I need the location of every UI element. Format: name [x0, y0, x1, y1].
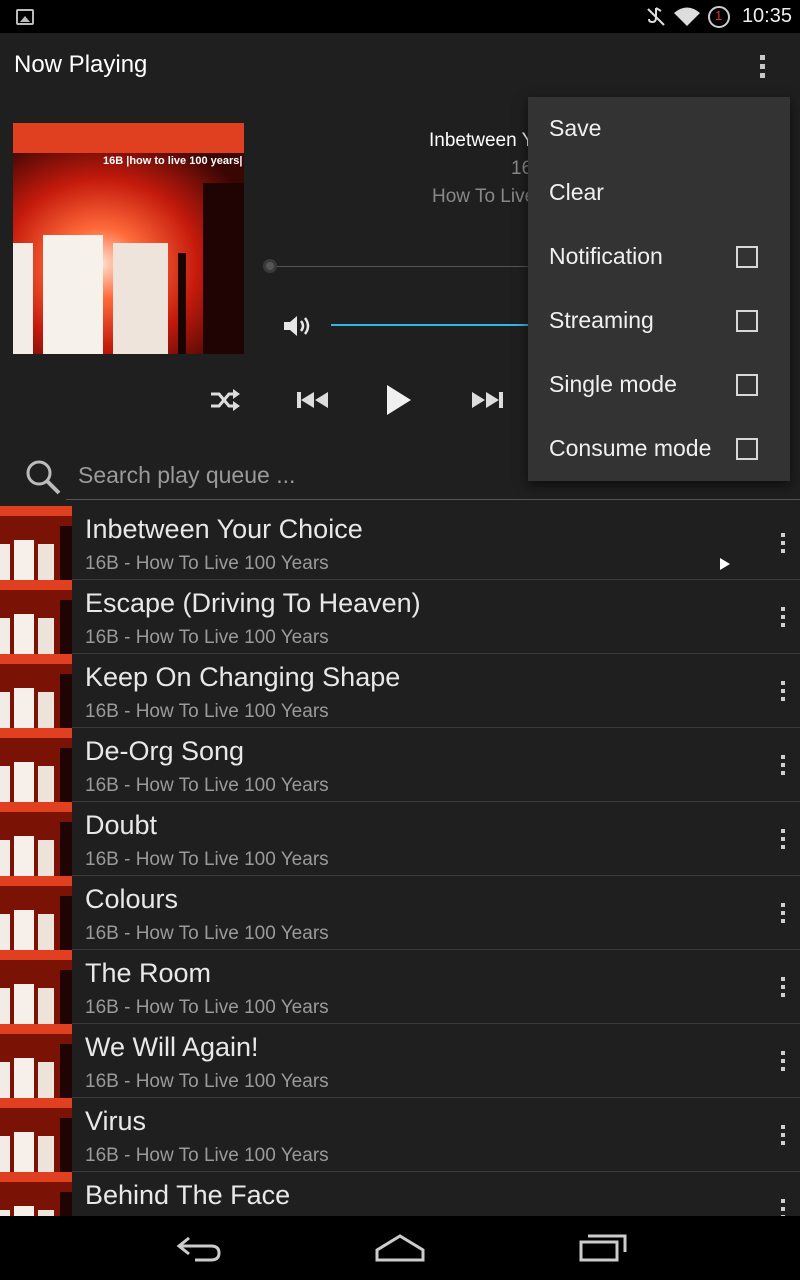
page-title: Now Playing	[14, 51, 148, 78]
gallery-icon	[16, 9, 34, 25]
track-menu-icon[interactable]	[772, 676, 794, 706]
seek-bar[interactable]	[270, 266, 528, 267]
list-item[interactable]: The Room 16B - How To Live 100 Years	[0, 950, 800, 1024]
search-icon	[26, 460, 61, 495]
alert-count: 1	[715, 8, 723, 23]
track-menu-icon[interactable]	[772, 1120, 794, 1150]
menu-item-label: Save	[549, 115, 602, 141]
album-thumbnail	[0, 728, 72, 802]
album-cover-text: 16B |how to live 100 years|	[103, 155, 243, 167]
consume-mode-checkbox[interactable]	[736, 438, 758, 460]
menu-item-label: Streaming	[549, 307, 654, 333]
menu-item-label: Single mode	[549, 371, 677, 397]
shuffle-icon[interactable]	[209, 380, 241, 420]
track-title: We Will Again!	[85, 1032, 259, 1062]
menu-item-label: Clear	[549, 179, 604, 205]
menu-item-single-mode[interactable]: Single mode	[528, 353, 790, 417]
now-playing-indicator-icon	[720, 558, 730, 570]
album-thumbnail	[0, 506, 72, 580]
menu-item-label: Consume mode	[549, 435, 712, 461]
track-title: Doubt	[85, 810, 158, 840]
streaming-checkbox[interactable]	[736, 310, 758, 332]
back-icon[interactable]	[175, 1230, 223, 1266]
next-icon[interactable]	[469, 380, 505, 420]
track-title: Virus	[85, 1106, 147, 1136]
album-thumbnail	[0, 1024, 72, 1098]
notification-checkbox[interactable]	[736, 246, 758, 268]
list-item[interactable]: Inbetween Your Choice 16B - How To Live …	[0, 506, 800, 580]
list-item[interactable]: Keep On Changing Shape 16B - How To Live…	[0, 654, 800, 728]
album-art: 16B |how to live 100 years|	[13, 123, 244, 354]
list-item[interactable]: Virus 16B - How To Live 100 Years	[0, 1098, 800, 1172]
track-subtitle: 16B - How To Live 100 Years	[85, 849, 329, 870]
recents-icon[interactable]	[578, 1230, 628, 1266]
menu-item-label: Notification	[549, 243, 663, 269]
track-subtitle: 16B - How To Live 100 Years	[85, 701, 329, 722]
track-menu-icon[interactable]	[772, 1046, 794, 1076]
album-thumbnail	[0, 876, 72, 950]
list-item[interactable]: Doubt 16B - How To Live 100 Years	[0, 802, 800, 876]
play-queue: Inbetween Your Choice 16B - How To Live …	[0, 506, 800, 1216]
list-item[interactable]: We Will Again! 16B - How To Live 100 Yea…	[0, 1024, 800, 1098]
album-thumbnail	[0, 654, 72, 728]
clock: 10:35	[741, 5, 792, 27]
menu-item-save[interactable]: Save	[528, 97, 790, 161]
menu-item-clear[interactable]: Clear	[528, 161, 790, 225]
track-title: Behind The Face	[85, 1180, 291, 1210]
track-subtitle: 16B - How To Live 100 Years	[85, 923, 329, 944]
overflow-menu-icon[interactable]	[750, 49, 774, 83]
album-thumbnail	[0, 802, 72, 876]
album-thumbnail	[0, 1098, 72, 1172]
list-item[interactable]: De-Org Song 16B - How To Live 100 Years	[0, 728, 800, 802]
track-subtitle: 16B - How To Live 100 Years	[85, 775, 329, 796]
track-subtitle: 16B - How To Live 100 Years	[85, 1071, 329, 1092]
list-item[interactable]: Behind The Face	[0, 1172, 800, 1216]
album-thumbnail	[0, 950, 72, 1024]
track-menu-icon[interactable]	[772, 824, 794, 854]
track-menu-icon[interactable]	[772, 528, 794, 558]
track-menu-icon[interactable]	[772, 750, 794, 780]
track-title: Inbetween Your Choice	[85, 514, 363, 544]
seek-handle[interactable]	[263, 259, 277, 273]
track-subtitle: 16B - How To Live 100 Years	[85, 997, 329, 1018]
track-title: Colours	[85, 884, 179, 914]
navigation-bar	[0, 1216, 800, 1280]
menu-item-consume-mode[interactable]: Consume mode	[528, 417, 790, 481]
list-item[interactable]: Colours 16B - How To Live 100 Years	[0, 876, 800, 950]
menu-item-streaming[interactable]: Streaming	[528, 289, 790, 353]
track-menu-icon[interactable]	[772, 602, 794, 632]
track-menu-icon[interactable]	[772, 1194, 794, 1216]
single-mode-checkbox[interactable]	[736, 374, 758, 396]
track-subtitle: 16B - How To Live 100 Years	[85, 1145, 329, 1166]
previous-icon[interactable]	[295, 380, 331, 420]
home-icon[interactable]	[374, 1230, 426, 1266]
track-title: Keep On Changing Shape	[85, 662, 401, 692]
play-icon[interactable]	[383, 380, 415, 420]
volume-slider[interactable]	[331, 324, 528, 326]
track-menu-icon[interactable]	[772, 898, 794, 928]
track-menu-icon[interactable]	[772, 972, 794, 1002]
album-thumbnail	[0, 1172, 72, 1216]
volume-icon[interactable]	[282, 313, 316, 339]
track-title: The Room	[85, 958, 212, 988]
track-title: Escape (Driving To Heaven)	[85, 588, 421, 618]
track-title: De-Org Song	[85, 736, 245, 766]
overflow-menu: Save Clear Notification Streaming Single…	[528, 97, 790, 481]
status-bar: 1 10:35	[0, 0, 800, 33]
list-item[interactable]: Escape (Driving To Heaven) 16B - How To …	[0, 580, 800, 654]
track-subtitle: 16B - How To Live 100 Years	[85, 627, 329, 648]
album-thumbnail	[0, 580, 72, 654]
action-bar: Now Playing	[0, 33, 800, 99]
wifi-icon	[674, 7, 700, 26]
mute-icon	[647, 7, 665, 26]
menu-item-notification[interactable]: Notification	[528, 225, 790, 289]
track-subtitle: 16B - How To Live 100 Years	[85, 553, 329, 574]
